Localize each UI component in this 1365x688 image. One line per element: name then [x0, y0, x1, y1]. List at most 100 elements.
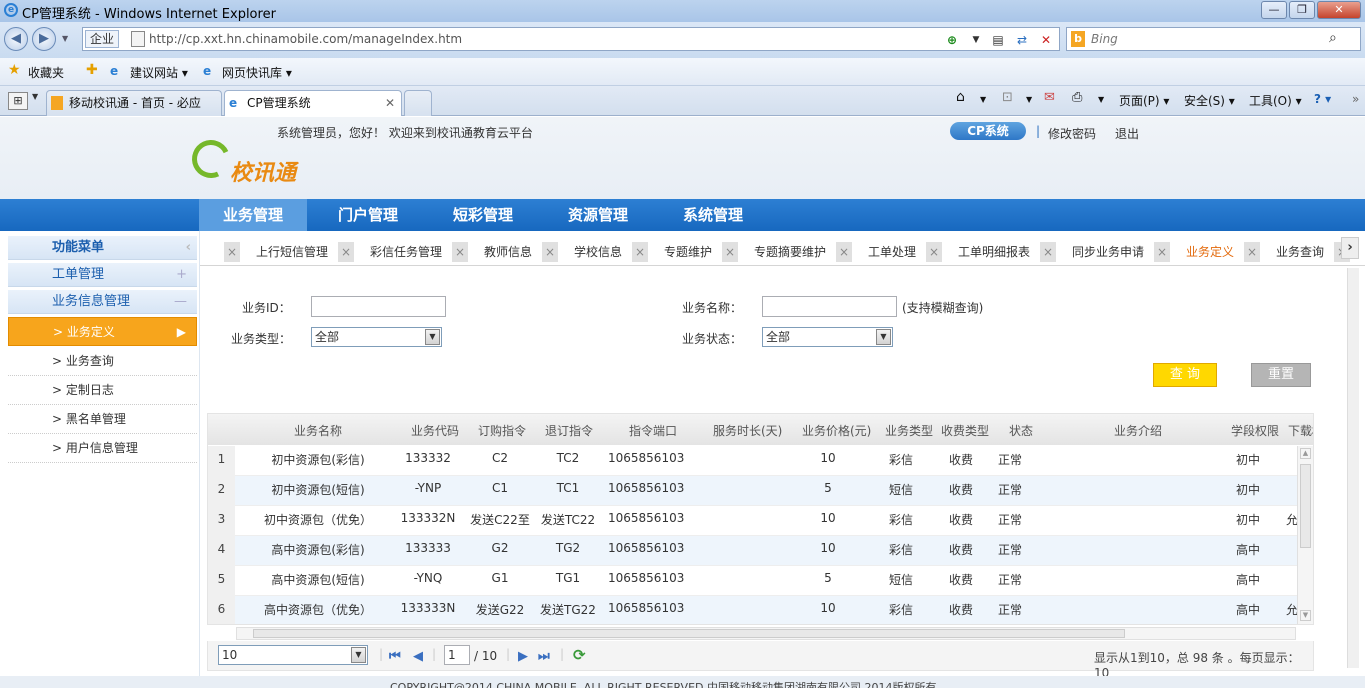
col-header[interactable]: 服务时长(天) [713, 422, 782, 439]
search-box[interactable]: b Bing ⌕ [1066, 27, 1361, 51]
tab-sync-apply[interactable]: 同步业务申请 [1062, 237, 1154, 267]
horizontal-scrollbar[interactable] [236, 627, 1296, 640]
tab-mms-task[interactable]: 彩信任务管理 [360, 237, 452, 267]
table-row[interactable]: 1 初中资源包(彩信) 133332 C2 TC2 1065856103 10 彩信 收费 正常 初… [208, 446, 1298, 476]
tab-topic-summary[interactable]: 专题摘要维护 [744, 237, 836, 267]
close-tab-icon[interactable]: × [1244, 242, 1260, 262]
col-header[interactable]: 退订指令 [545, 422, 593, 439]
sidebar-item-order-log[interactable]: > 定制日志 [8, 376, 197, 405]
tab-workorder[interactable]: 工单处理 [858, 237, 926, 267]
col-header[interactable]: 收费类型 [941, 422, 989, 439]
mail-icon[interactable]: ✉ [1044, 90, 1055, 105]
last-page-icon[interactable]: ⏭ [538, 649, 550, 664]
next-page-icon[interactable]: ▶ [518, 649, 528, 664]
close-tab-icon[interactable]: × [632, 242, 648, 262]
forward-icon[interactable]: ▶ [32, 27, 56, 51]
quick-tabs-icon[interactable]: ⊞ [8, 92, 28, 110]
dropdown-icon[interactable]: ▼ [967, 31, 985, 49]
service-id-input[interactable] [311, 296, 446, 317]
close-tab-icon[interactable]: × [1040, 242, 1056, 262]
page-size-select[interactable]: 10 ▼ [218, 645, 368, 665]
close-tab-icon[interactable]: × [722, 242, 738, 262]
feeds-icon[interactable]: ⊡ [1002, 90, 1013, 105]
close-tab-icon[interactable]: × [338, 242, 354, 262]
address-bar[interactable]: 企业 http://cp.xxt.hn.chinamobile.com/mana… [82, 27, 1060, 51]
sidebar-group-workorder[interactable]: 工单管理 + [8, 263, 197, 287]
add-favorite-icon[interactable]: ✚ [86, 62, 98, 78]
search-icon[interactable]: ⌕ [1329, 30, 1337, 46]
nav-business[interactable]: 业务管理 [199, 199, 308, 231]
close-tab-icon[interactable]: ✕ [385, 91, 395, 115]
nav-sms-mms[interactable]: 短彩管理 [429, 199, 537, 231]
stop-icon[interactable]: ✕ [1037, 31, 1055, 49]
close-tab-icon[interactable]: × [1154, 242, 1170, 262]
browser-tab-cp[interactable]: e CP管理系统 ✕ [224, 90, 402, 116]
col-header[interactable]: 业务价格(元) [802, 422, 871, 439]
dropdown-icon[interactable]: ▼ [980, 95, 986, 104]
nav-portal[interactable]: 门户管理 [314, 199, 422, 231]
col-header[interactable]: 业务类型 [885, 422, 933, 439]
scroll-up-icon[interactable]: ▲ [1300, 448, 1311, 459]
tab-teacher-info[interactable]: 教师信息 [474, 237, 542, 267]
suggested-sites[interactable]: 建议网站 ▾ [130, 64, 188, 81]
tab-uplink-sms[interactable]: 上行短信管理 [246, 237, 338, 267]
tab-business-query[interactable]: 业务查询 [1266, 237, 1334, 267]
web-slice-gallery[interactable]: 网页快讯库 ▾ [222, 64, 292, 81]
prev-page-icon[interactable]: ◀ [413, 649, 423, 664]
collapse-group-icon[interactable]: — [174, 290, 187, 314]
compat-icon[interactable]: ⊕ [943, 31, 961, 49]
more-icon[interactable]: » [1352, 92, 1359, 106]
close-tab-icon[interactable]: × [452, 242, 468, 262]
col-header[interactable]: 业务名称 [294, 422, 342, 439]
tab-school-info[interactable]: 学校信息 [564, 237, 632, 267]
dropdown-icon[interactable]: ▼ [1026, 95, 1032, 104]
tab-workorder-report[interactable]: 工单明细报表 [948, 237, 1040, 267]
expand-icon[interactable]: + [176, 263, 187, 287]
home-icon[interactable]: ⌂ [956, 89, 965, 105]
close-button[interactable]: ✕ [1317, 1, 1361, 19]
sidebar-item-business-query[interactable]: > 业务查询 [8, 347, 197, 376]
url-text[interactable]: http://cp.xxt.hn.chinamobile.com/manageI… [149, 32, 462, 46]
query-button[interactable]: 查 询 [1153, 363, 1217, 387]
collapse-icon[interactable]: ‹ [186, 236, 191, 260]
close-tab-icon[interactable]: × [224, 242, 240, 262]
nav-system[interactable]: 系统管理 [659, 199, 767, 231]
close-tab-icon[interactable]: × [542, 242, 558, 262]
col-header[interactable]: 下载权 [1288, 422, 1313, 439]
dropdown-icon[interactable]: ▼ [1098, 95, 1104, 104]
minimize-button[interactable]: — [1261, 1, 1287, 19]
table-row[interactable]: 6 高中资源包（优免） 133333N 发送G22 发送TG22 1065856103 10… [208, 596, 1298, 624]
tools-menu[interactable]: 工具(O) ▾ [1249, 92, 1302, 109]
sidebar-item-user-info[interactable]: > 用户信息管理 [8, 434, 197, 463]
new-tab-button[interactable] [404, 90, 432, 116]
browser-tab-bing[interactable]: 移动校讯通 - 首页 - 必应 [46, 90, 222, 116]
logout-link[interactable]: 退出 [1115, 125, 1139, 142]
col-header[interactable]: 业务代码 [411, 422, 459, 439]
help-menu[interactable]: ? ▾ [1314, 92, 1331, 106]
tabs-next-icon[interactable]: › [1341, 237, 1359, 259]
page-menu[interactable]: 页面(P) ▾ [1119, 92, 1169, 109]
table-row[interactable]: 3 初中资源包（优免） 133332N 发送C22至 发送TC22 1065856103 1… [208, 506, 1298, 536]
maximize-button[interactable]: ❐ [1289, 1, 1315, 19]
page-scrollbar[interactable] [1347, 268, 1359, 668]
compatibility-view-icon[interactable]: ▤ [989, 31, 1007, 49]
close-tab-icon[interactable]: × [836, 242, 852, 262]
table-row[interactable]: 5 高中资源包(短信) -YNQ G1 TG1 1065856103 5 短信 收费 正常 高中 [208, 566, 1298, 596]
cp-system-button[interactable]: CP系统 [950, 122, 1026, 140]
sidebar-item-blacklist[interactable]: > 黑名单管理 [8, 405, 197, 434]
history-dropdown-icon[interactable]: ▼ [62, 34, 68, 43]
first-page-icon[interactable]: ⏮ [389, 649, 401, 664]
safety-menu[interactable]: 安全(S) ▾ [1184, 92, 1235, 109]
service-type-select[interactable]: 全部 ▼ [311, 327, 442, 347]
nav-resource[interactable]: 资源管理 [544, 199, 652, 231]
tab-list-icon[interactable]: ▼ [32, 92, 38, 101]
back-icon[interactable]: ◀ [4, 27, 28, 51]
page-input[interactable]: 1 [444, 645, 470, 665]
reset-button[interactable]: 重置 [1251, 363, 1311, 387]
sidebar-item-business-define[interactable]: > 业务定义 ▶ [8, 317, 197, 346]
favorites-button[interactable]: 收藏夹 [28, 64, 64, 81]
service-status-select[interactable]: 全部 ▼ [762, 327, 893, 347]
print-icon[interactable]: ⎙ [1072, 90, 1082, 105]
col-header[interactable]: 学段权限 [1231, 422, 1279, 439]
scroll-down-icon[interactable]: ▼ [1300, 610, 1311, 621]
